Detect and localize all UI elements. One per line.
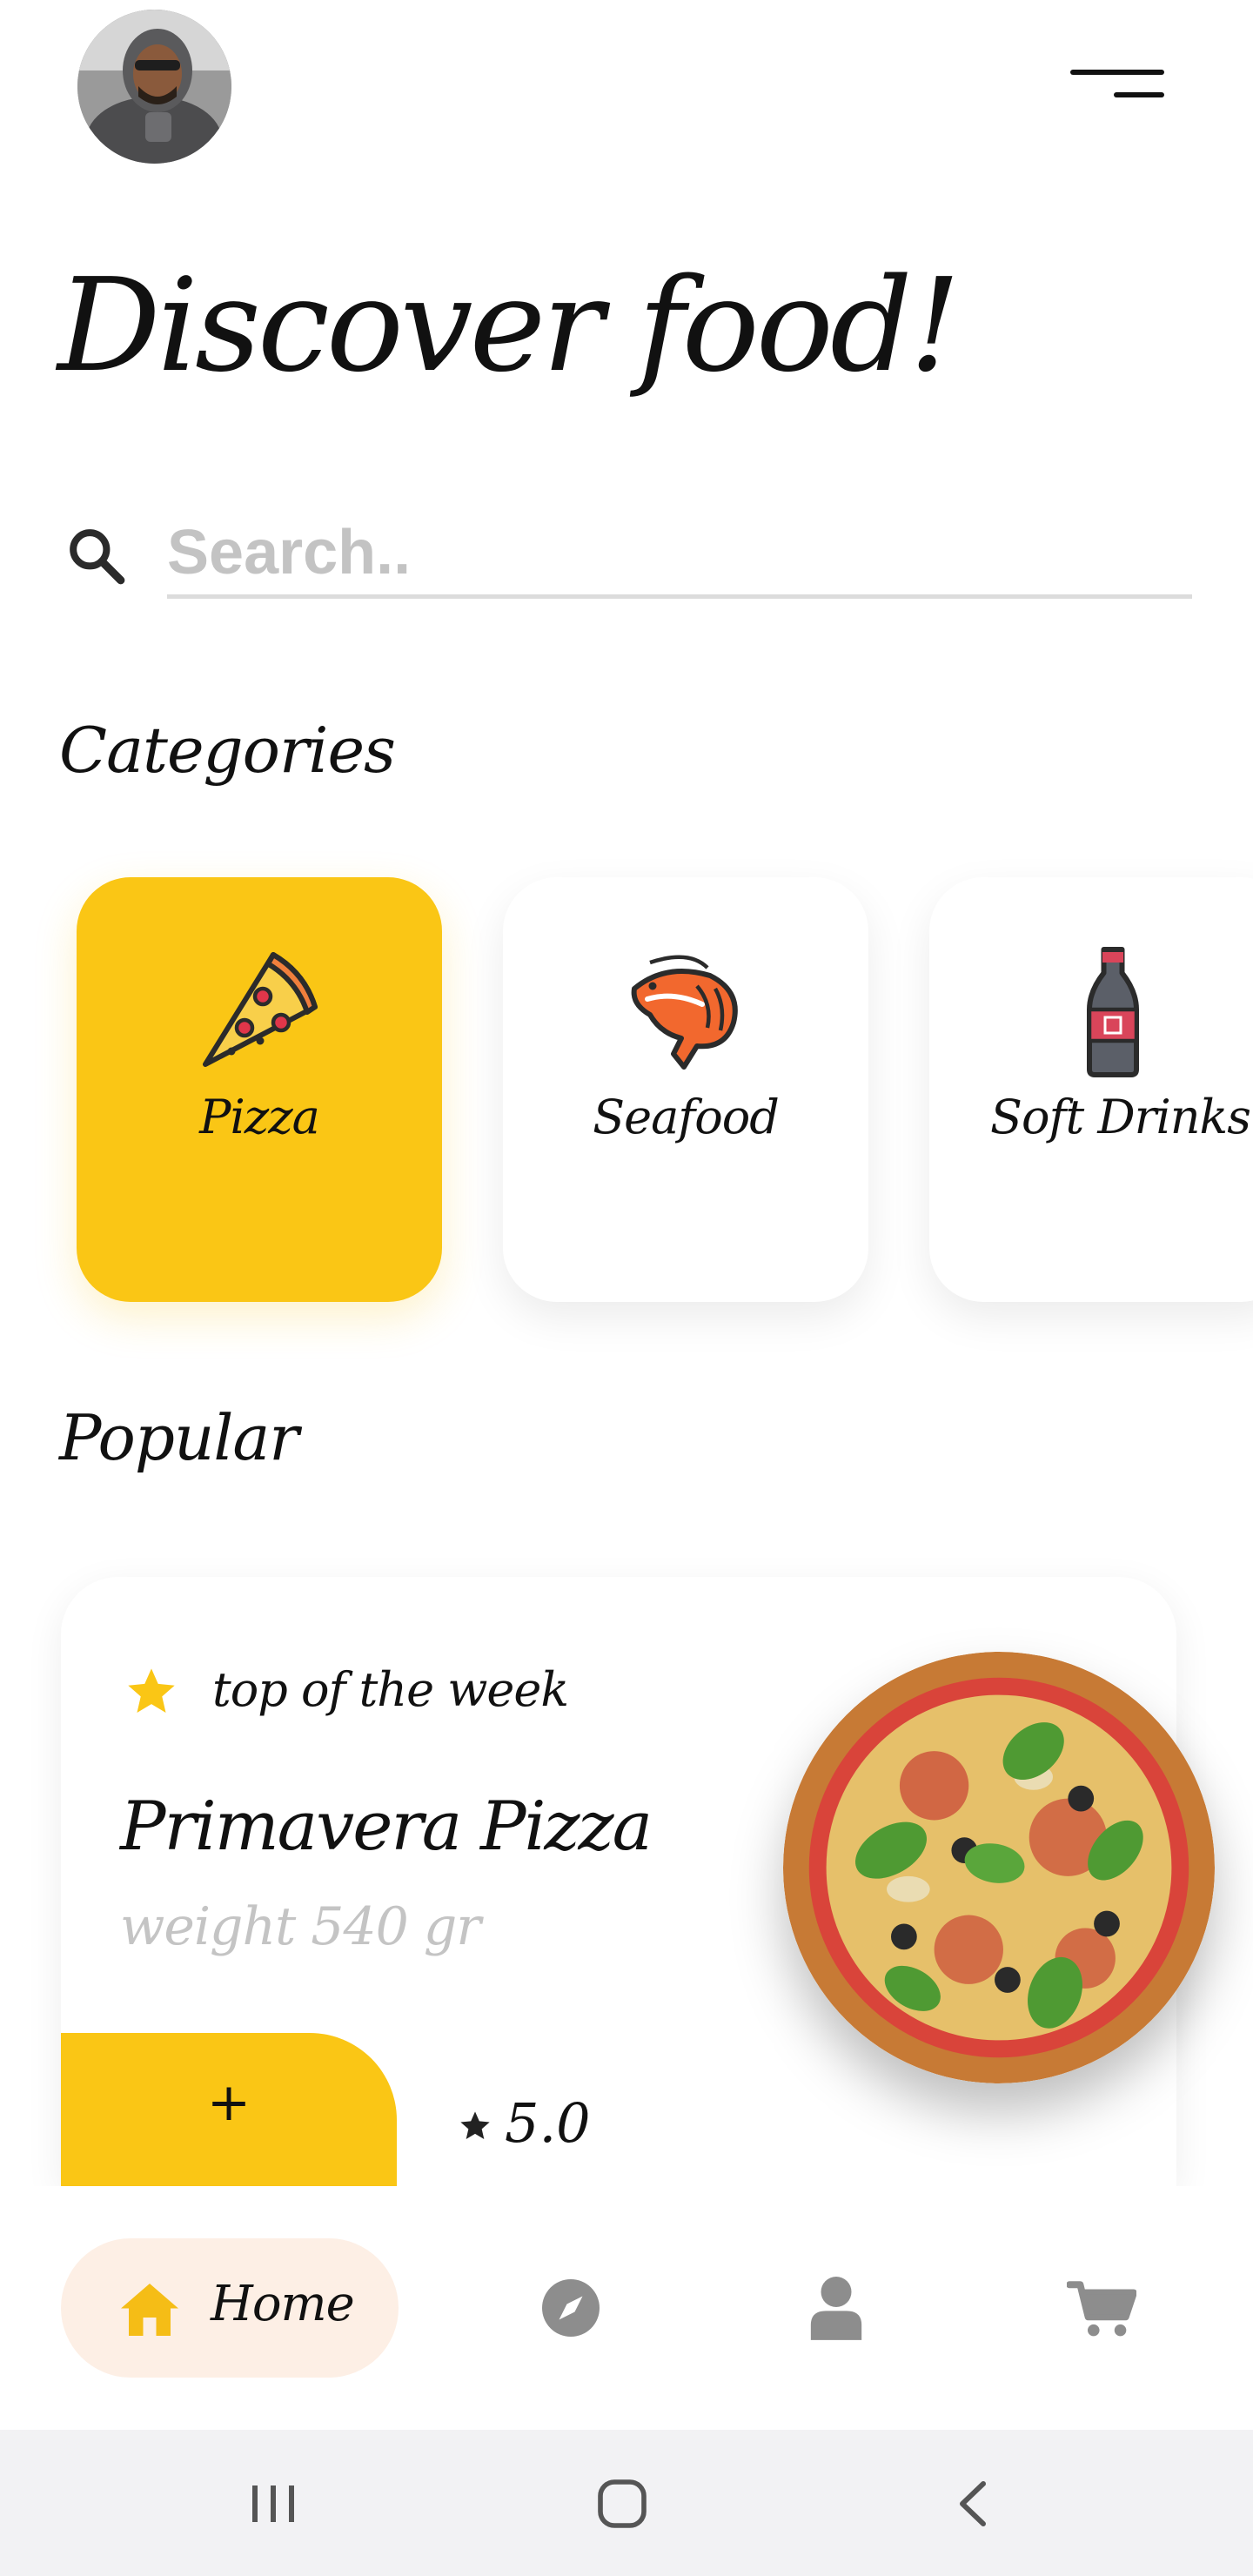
nav-home-label: Home xyxy=(211,2276,355,2332)
nav-home[interactable]: Home xyxy=(61,2238,399,2378)
rating-star-icon xyxy=(460,2111,490,2139)
rating-value: 5.0 xyxy=(505,2091,591,2155)
recents-icon[interactable] xyxy=(249,2482,298,2526)
food-weight: weight 540 gr xyxy=(120,1896,481,1957)
star-icon xyxy=(128,1668,175,1713)
back-icon[interactable] xyxy=(955,2479,990,2529)
cart-icon[interactable] xyxy=(1067,2278,1136,2339)
home-icon xyxy=(121,2284,178,2336)
compass-icon[interactable] xyxy=(539,2277,602,2339)
top-of-week-badge: top of the week xyxy=(212,1662,569,1717)
food-name: Primavera Pizza xyxy=(120,1788,653,1866)
add-to-cart-button[interactable]: + xyxy=(61,2033,397,2186)
popular-section: top of the week Primavera Pizza weight 5… xyxy=(0,0,1253,2186)
system-home-icon[interactable] xyxy=(597,2479,647,2529)
add-button-label: + xyxy=(206,2072,251,2133)
user-icon[interactable] xyxy=(806,2273,867,2341)
pizza-image[interactable] xyxy=(783,1652,1215,2083)
